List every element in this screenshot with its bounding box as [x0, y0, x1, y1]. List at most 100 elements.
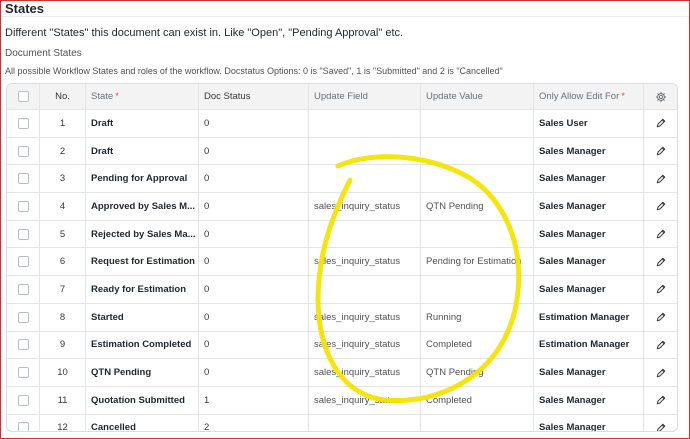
update-value-cell[interactable]: [421, 276, 534, 303]
state-cell[interactable]: Approved by Sales M...: [86, 193, 199, 220]
pencil-edit-icon[interactable]: [655, 256, 667, 268]
update-field-cell[interactable]: [309, 110, 421, 137]
state-cell[interactable]: Request for Estimation: [86, 248, 199, 276]
allow-edit-cell[interactable]: Sales Manager: [534, 137, 644, 165]
pencil-edit-icon[interactable]: [655, 173, 667, 185]
row-checkbox[interactable]: [17, 283, 29, 295]
allow-edit-cell[interactable]: Sales Manager: [534, 359, 644, 386]
state-cell[interactable]: Ready for Estimation: [86, 276, 199, 303]
table-row[interactable]: 5 Rejected by Sales Ma... 0 Sales Manager: [7, 220, 677, 249]
update-field-cell[interactable]: [309, 220, 421, 248]
table-row[interactable]: 8 Started 0 sales_inquiry_status Running Esti…: [7, 303, 677, 332]
update-field-cell[interactable]: sales_inquiry_status: [309, 193, 421, 220]
pencil-edit-icon[interactable]: [655, 311, 667, 323]
column-header-update-value[interactable]: Update Value: [421, 84, 534, 109]
update-value-cell[interactable]: Completed: [421, 331, 534, 359]
row-checkbox[interactable]: [17, 173, 29, 185]
pencil-edit-icon[interactable]: [655, 367, 667, 379]
row-checkbox[interactable]: [17, 200, 29, 212]
allow-edit-cell[interactable]: Sales User: [534, 110, 644, 137]
row-checkbox[interactable]: [17, 145, 29, 157]
pencil-edit-icon[interactable]: [655, 394, 667, 406]
allow-edit-cell[interactable]: Sales Manager: [534, 165, 644, 193]
table-row[interactable]: 1 Draft 0 Sales User: [7, 110, 677, 138]
pencil-edit-icon[interactable]: [655, 200, 667, 212]
row-checkbox[interactable]: [17, 311, 29, 323]
state-cell[interactable]: Draft: [86, 137, 199, 165]
allow-edit-cell[interactable]: Sales Manager: [534, 193, 644, 220]
update-value-cell[interactable]: QTN Pending: [421, 193, 534, 220]
allow-edit-cell[interactable]: Sales Manager: [534, 248, 644, 276]
update-value-cell[interactable]: [421, 220, 534, 248]
pencil-edit-icon[interactable]: [655, 283, 667, 295]
doc-status-cell[interactable]: 0: [199, 331, 309, 359]
state-cell[interactable]: QTN Pending: [86, 359, 199, 386]
table-row[interactable]: 10 QTN Pending 0 sales_inquiry_status QTN Pe…: [7, 359, 677, 387]
doc-status-cell[interactable]: 0: [199, 193, 309, 220]
state-cell[interactable]: Started: [86, 303, 199, 331]
pencil-edit-icon[interactable]: [655, 145, 667, 157]
row-checkbox[interactable]: [17, 117, 29, 129]
update-field-cell[interactable]: sales_inquiry_status: [309, 359, 421, 386]
pencil-edit-icon[interactable]: [655, 339, 667, 351]
doc-status-cell[interactable]: 0: [199, 165, 309, 193]
state-cell[interactable]: Estimation Completed: [86, 331, 199, 359]
update-field-cell[interactable]: sales_inquiry_status: [309, 386, 421, 414]
column-header-update-field[interactable]: Update Field: [309, 84, 421, 109]
update-value-cell[interactable]: [421, 110, 534, 137]
update-field-cell[interactable]: [309, 165, 421, 193]
column-header-doc-status[interactable]: Doc Status: [199, 84, 309, 109]
table-row[interactable]: 2 Draft 0 Sales Manager: [7, 137, 677, 166]
pencil-edit-icon[interactable]: [655, 228, 667, 240]
update-field-cell[interactable]: [309, 137, 421, 165]
table-row[interactable]: 12 Cancelled 2 Sales Manager: [7, 414, 677, 432]
update-value-cell[interactable]: [421, 137, 534, 165]
doc-status-cell[interactable]: 0: [199, 303, 309, 331]
table-row[interactable]: 9 Estimation Completed 0 sales_inquiry_stat…: [7, 331, 677, 360]
table-row[interactable]: 6 Request for Estimation 0 sales_inquiry_st…: [7, 248, 677, 277]
update-field-cell[interactable]: sales_inquiry_status: [309, 303, 421, 331]
doc-status-cell[interactable]: 0: [199, 220, 309, 248]
update-field-cell[interactable]: sales_inquiry_status: [309, 248, 421, 276]
pencil-edit-icon[interactable]: [655, 422, 667, 432]
row-checkbox[interactable]: [17, 367, 29, 379]
doc-status-cell[interactable]: 2: [199, 414, 309, 431]
column-header-allow-edit[interactable]: Only Allow Edit For *: [534, 84, 644, 109]
state-cell[interactable]: Draft: [86, 110, 199, 137]
allow-edit-cell[interactable]: Estimation Manager: [534, 303, 644, 331]
allow-edit-cell[interactable]: Sales Manager: [534, 276, 644, 303]
doc-status-cell[interactable]: 1: [199, 386, 309, 414]
row-checkbox[interactable]: [17, 422, 29, 431]
row-checkbox[interactable]: [17, 394, 29, 406]
update-value-cell[interactable]: Completed: [421, 386, 534, 414]
row-checkbox[interactable]: [17, 256, 29, 268]
pencil-edit-icon[interactable]: [655, 117, 667, 129]
table-row[interactable]: 7 Ready for Estimation 0 Sales Manager: [7, 276, 677, 304]
state-cell[interactable]: Quotation Submitted: [86, 386, 199, 414]
update-value-cell[interactable]: [421, 165, 534, 193]
allow-edit-cell[interactable]: Sales Manager: [534, 414, 644, 431]
update-field-cell[interactable]: [309, 414, 421, 431]
select-all-checkbox[interactable]: [17, 91, 29, 102]
state-cell[interactable]: Pending for Approval: [86, 165, 199, 193]
allow-edit-cell[interactable]: Estimation Manager: [534, 331, 644, 359]
update-value-cell[interactable]: Running: [421, 303, 534, 331]
allow-edit-cell[interactable]: Sales Manager: [534, 220, 644, 248]
update-field-cell[interactable]: sales_inquiry_status: [309, 331, 421, 359]
state-cell[interactable]: Cancelled: [86, 414, 199, 431]
table-row[interactable]: 11 Quotation Submitted 1 sales_inquiry_stat…: [7, 386, 677, 415]
allow-edit-cell[interactable]: Sales Manager: [534, 386, 644, 414]
state-cell[interactable]: Rejected by Sales Ma...: [86, 220, 199, 248]
doc-status-cell[interactable]: 0: [199, 110, 309, 137]
doc-status-cell[interactable]: 0: [199, 359, 309, 386]
column-header-state[interactable]: State *: [86, 84, 199, 109]
doc-status-cell[interactable]: 0: [199, 248, 309, 276]
update-field-cell[interactable]: [309, 276, 421, 303]
update-value-cell[interactable]: [421, 414, 534, 431]
row-checkbox[interactable]: [17, 339, 29, 351]
update-value-cell[interactable]: QTN Pending: [421, 359, 534, 386]
table-row[interactable]: 3 Pending for Approval 0 Sales Manager: [7, 165, 677, 194]
gear-icon[interactable]: [655, 91, 667, 103]
row-checkbox[interactable]: [17, 228, 29, 240]
table-row[interactable]: 4 Approved by Sales M... 0 sales_inquiry_st…: [7, 193, 677, 221]
